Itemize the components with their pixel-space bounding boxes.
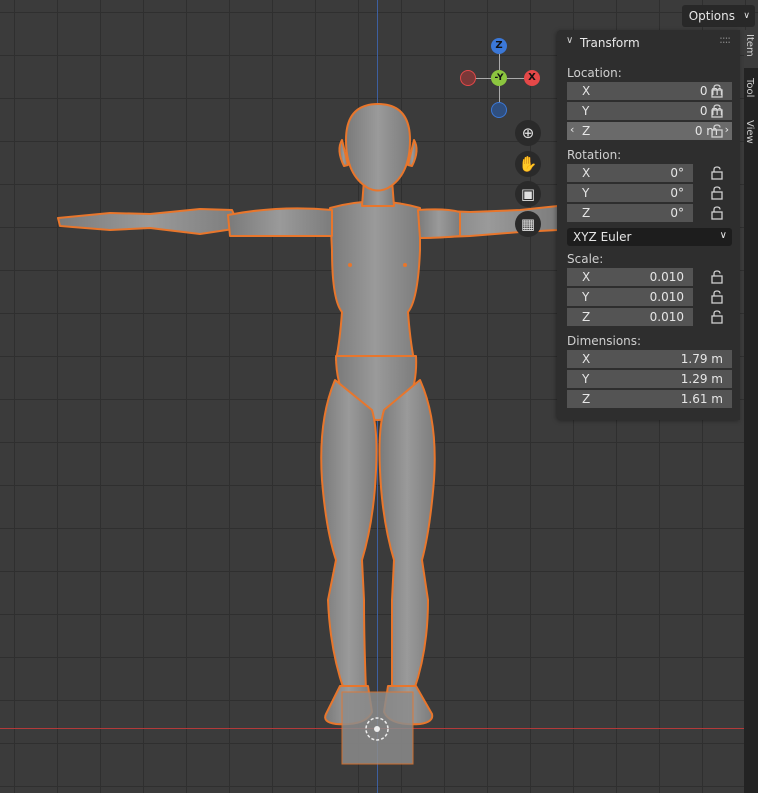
field-value: 0.010 [649, 270, 684, 284]
rotation-mode-select[interactable]: XYZ Euler ∨ [567, 228, 732, 246]
rotation-mode-value: XYZ Euler [573, 230, 632, 244]
scale-x-field[interactable]: X 0.010 [567, 268, 693, 288]
gizmo-neg-y-axis[interactable]: -Y [491, 70, 507, 86]
rotation-label: Rotation: [567, 148, 622, 162]
camera-icon[interactable]: ▣ [515, 181, 541, 207]
dimensions-x-field[interactable]: X 1.79 m [567, 350, 732, 370]
field-value: 1.79 m [680, 352, 723, 366]
scale-label: Scale: [567, 252, 604, 266]
hand-pan-icon[interactable]: ✋ [515, 151, 541, 177]
lock-scale-y-icon[interactable] [709, 289, 725, 305]
axis-label: Z [582, 310, 591, 324]
lock-location-z-icon[interactable] [709, 123, 725, 139]
axis-label: X [582, 84, 591, 98]
lock-location-y-icon[interactable] [709, 103, 725, 119]
location-x-field[interactable]: X 0 m [567, 82, 732, 102]
transform-panel-header[interactable]: ∨ Transform :::: [557, 30, 740, 56]
chevron-down-icon: ∨ [566, 35, 574, 46]
field-value: 0.010 [649, 290, 684, 304]
axis-label: X [582, 270, 591, 284]
axis-label: Y [582, 290, 590, 304]
zoom-icon[interactable]: ⊕ [515, 120, 541, 146]
field-value: 1.61 m [680, 392, 723, 406]
dimensions-y-field[interactable]: Y 1.29 m [567, 370, 732, 390]
lock-rotation-y-icon[interactable] [709, 185, 725, 201]
dimensions-z-field[interactable]: Z 1.61 m [567, 390, 732, 410]
scale-z-field[interactable]: Z 0.010 [567, 308, 693, 328]
field-value: 0° [670, 186, 684, 200]
gizmo-neg-z-axis[interactable] [491, 102, 507, 118]
lock-scale-x-icon[interactable] [709, 269, 725, 285]
field-value: 1.29 m [680, 372, 723, 386]
rotation-x-field[interactable]: X 0° [567, 164, 693, 184]
sidebar-tabs: Item Tool View [744, 30, 758, 793]
tab-view[interactable]: View [744, 116, 758, 156]
tab-label: View [744, 120, 755, 144]
field-value: 0.010 [649, 310, 684, 324]
drag-grip-icon[interactable]: :::: [719, 33, 731, 46]
tab-label: Tool [744, 78, 755, 98]
gizmo-neg-x-axis[interactable] [460, 70, 476, 86]
location-label: Location: [567, 66, 622, 80]
field-value: 0° [670, 166, 684, 180]
lock-location-x-icon[interactable] [709, 83, 725, 99]
axis-label: Y [582, 104, 590, 118]
lock-rotation-x-icon[interactable] [709, 165, 725, 181]
axis-label: Z [582, 392, 591, 406]
chevron-down-icon: ∨ [743, 11, 750, 21]
options-label: Options [688, 9, 735, 23]
lock-scale-z-icon[interactable] [709, 309, 725, 325]
rotation-z-field[interactable]: Z 0° [567, 204, 693, 224]
transform-panel: ∨ Transform :::: Location: X 0 m Y 0 m ‹… [557, 30, 740, 420]
rotation-y-field[interactable]: Y 0° [567, 184, 693, 204]
grid-icon[interactable]: ▦ [515, 211, 541, 237]
axis-label: Y [582, 372, 590, 386]
field-value: 0° [670, 206, 684, 220]
options-dropdown[interactable]: Options ∨ [681, 5, 755, 27]
decrement-arrow-icon[interactable]: ‹ [570, 123, 574, 136]
increment-arrow-icon[interactable]: › [725, 123, 729, 136]
location-y-field[interactable]: Y 0 m [567, 102, 732, 122]
axis-label: Z [582, 124, 591, 138]
dimensions-label: Dimensions: [567, 334, 642, 348]
gizmo-z-axis[interactable]: Z [491, 38, 507, 54]
axis-label: X [582, 352, 591, 366]
axis-label: Y [582, 186, 590, 200]
chevron-down-icon: ∨ [719, 230, 727, 241]
tab-tool[interactable]: Tool [744, 74, 758, 110]
location-z-field[interactable]: ‹ Z 0 m › [567, 122, 732, 142]
tab-item[interactable]: Item [744, 30, 758, 68]
axis-label: Z [582, 206, 591, 220]
axis-label: X [582, 166, 591, 180]
panel-title: Transform [580, 36, 640, 50]
gizmo-x-axis[interactable]: X [524, 70, 540, 86]
scale-y-field[interactable]: Y 0.010 [567, 288, 693, 308]
lock-rotation-z-icon[interactable] [709, 205, 725, 221]
tab-label: Item [744, 34, 755, 57]
